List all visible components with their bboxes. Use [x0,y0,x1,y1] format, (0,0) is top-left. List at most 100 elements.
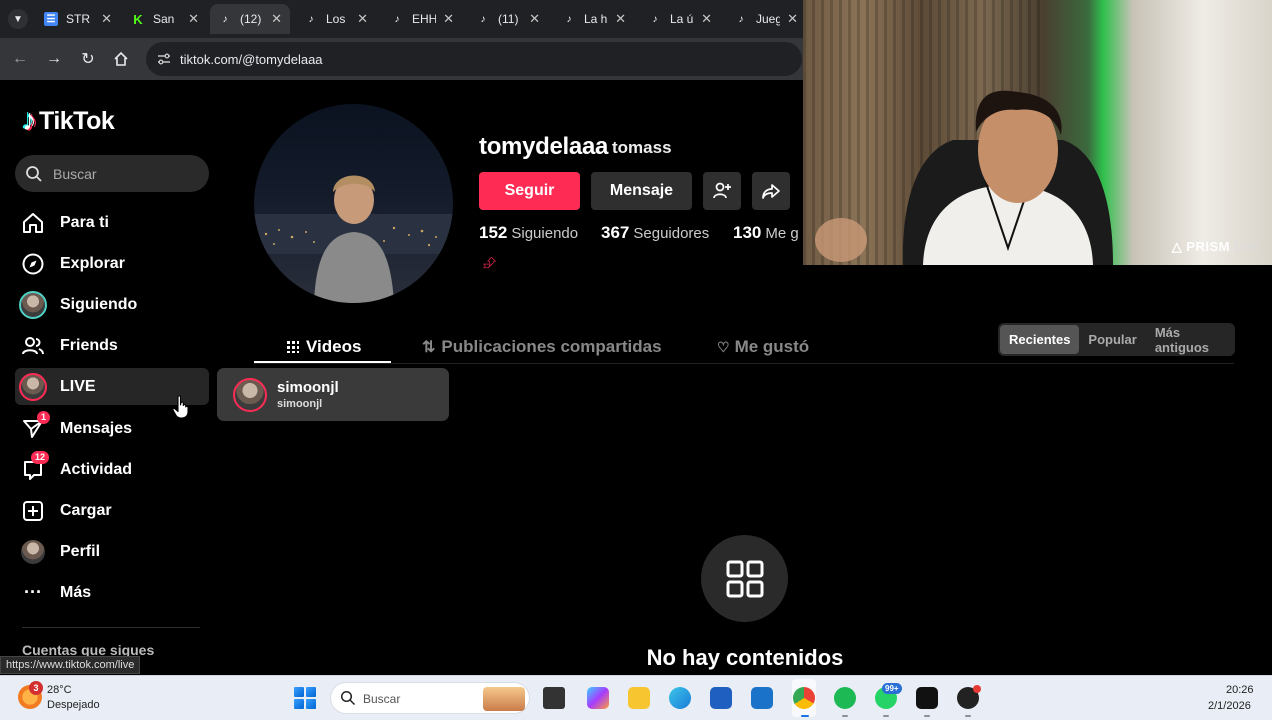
tab-search-button[interactable]: ▼ [8,9,28,29]
nav-item-siguiendo[interactable]: Siguiendo [15,286,209,323]
notification-badge: 12 [31,450,50,464]
outlook-icon[interactable] [751,687,773,709]
site-info-icon[interactable] [156,51,172,67]
obs-icon[interactable] [916,687,938,709]
live-user-name: simoonjl [277,379,339,396]
spotify-icon[interactable] [834,687,856,709]
close-icon[interactable]: ✕ [787,11,798,27]
sidebar-divider [22,627,200,628]
heart-lock-icon: ♡ [717,338,730,355]
tab-title: STR [66,12,90,26]
following-stat[interactable]: 152 Siguiendo [479,223,578,243]
tab-reposts[interactable]: ⇅ Publicaciones compartidas [422,332,662,362]
nav-item-para-ti[interactable]: Para ti [15,204,209,241]
profile-photo [254,175,453,303]
search-input[interactable] [53,165,193,182]
sort-popular[interactable]: Popular [1079,325,1145,354]
browser-tab[interactable]: ♪ Los ✕ [296,4,376,34]
nav-item-perfil[interactable]: Perfil [15,533,209,570]
tiktok-icon: ♪ [566,13,572,25]
live-avatar-icon [19,372,47,401]
taskbar-search[interactable]: Buscar [330,682,530,714]
weather-temperature[interactable]: 28°C [47,684,72,696]
sort-recent[interactable]: Recientes [1000,325,1080,354]
browser-tab[interactable]: ♪ Jueg ✕ [726,4,806,34]
empty-state-title: No hay contenidos [646,645,844,670]
live-preview-card[interactable]: simoonjl simoonjl [217,368,449,421]
nav-label: Para ti [60,213,109,231]
clock-date[interactable]: 2/1/2026 [1208,700,1251,712]
tab-liked[interactable]: ♡ Me gustó [717,332,809,362]
tiktok-icon: ♪ [308,13,314,25]
close-icon[interactable]: ✕ [615,11,626,27]
grid-icon [287,341,299,353]
nav-item-cargar[interactable]: Cargar [15,492,209,529]
reload-icon[interactable]: ↻ [78,49,98,69]
url-text[interactable]: tiktok.com/@tomydelaaa [180,52,323,67]
forward-arrow-icon[interactable]: → [44,49,64,69]
m365-copilot-icon[interactable] [587,687,609,709]
tiktok-logo-icon: ♪ [22,104,37,137]
edge-icon[interactable] [669,687,691,709]
browser-tab[interactable]: ♪ (11) ✕ [468,4,548,34]
address-bar[interactable]: tiktok.com/@tomydelaaa [146,42,802,76]
tab-label: Publicaciones compartidas [441,337,662,356]
search-highlight-image [483,687,525,711]
webcam-person [815,90,1113,265]
nav-item-explorar[interactable]: Explorar [15,245,209,282]
browser-tab[interactable]: ♪ EHH ✕ [382,4,462,34]
tiktok-logo[interactable]: ♪ TikTok [22,104,115,138]
windows-taskbar: 3 28°C Despejado Buscar 99+ 20:26 2/1/20… [0,675,1272,720]
home-button[interactable] [111,49,131,69]
back-arrow-icon[interactable]: ← [10,49,30,69]
browser-tab[interactable]: ♪ La ú ✕ [640,4,720,34]
search-box[interactable] [15,155,209,192]
nav-item-mas[interactable]: ··· Más [15,574,209,611]
tiktok-icon: ♪ [480,13,486,25]
windows-start-icon[interactable] [294,687,316,709]
likes-stat: 130 Me g [733,223,799,243]
tab-videos[interactable]: Videos [286,332,361,362]
likes-count: 130 [733,223,762,242]
nav-item-actividad[interactable]: 12 Actividad [15,450,209,488]
close-icon[interactable]: ✕ [443,11,454,27]
weather-condition[interactable]: Despejado [47,699,100,711]
recording-dot [973,685,981,693]
follow-button[interactable]: Seguir [479,172,580,210]
tab-title: Los [326,12,346,26]
share-button[interactable] [752,172,790,210]
repost-icon: ⇅ [422,339,436,356]
task-view-icon[interactable] [543,687,565,709]
close-icon[interactable]: ✕ [701,11,712,27]
microsoft-store-icon[interactable] [710,687,732,709]
nav-item-friends[interactable]: Friends [15,327,209,364]
file-explorer-icon[interactable] [628,687,650,709]
message-button[interactable]: Mensaje [591,172,692,210]
browser-tab[interactable]: ♪ La h ✕ [554,4,634,34]
profile-avatar[interactable] [254,104,453,303]
link-status-bar: https://www.tiktok.com/live [0,656,141,674]
browser-tab-active[interactable]: ♪ (12) ✕ [210,4,290,34]
browser-tab[interactable]: ☰ STR ✕ [36,4,120,34]
close-icon[interactable]: ✕ [529,11,540,27]
kick-icon: K [131,12,145,27]
add-friend-button[interactable] [703,172,741,210]
close-icon[interactable]: ✕ [101,11,112,27]
close-icon[interactable]: ✕ [357,11,368,27]
home-icon [114,51,128,66]
sort-toggle: Recientes Popular Más antiguos [998,323,1235,356]
live-user-handle: simoonjl [277,398,323,410]
webcam-overlay: △ PRISM Live [803,0,1272,265]
more-icon: ··· [24,582,42,602]
chrome-icon[interactable] [793,687,815,709]
message-icon: 1 [19,410,51,443]
following-count: 152 [479,223,508,242]
taskbar-search-placeholder: Buscar [363,692,401,706]
followers-stat[interactable]: 367 Seguidores [601,223,709,243]
clock-time[interactable]: 20:26 [1226,684,1254,696]
browser-tab[interactable]: K San ✕ [123,4,207,34]
sort-oldest[interactable]: Más antiguos [1146,325,1233,355]
close-icon[interactable]: ✕ [188,11,199,27]
nav-label: Cargar [60,501,112,519]
close-icon[interactable]: ✕ [271,11,282,27]
